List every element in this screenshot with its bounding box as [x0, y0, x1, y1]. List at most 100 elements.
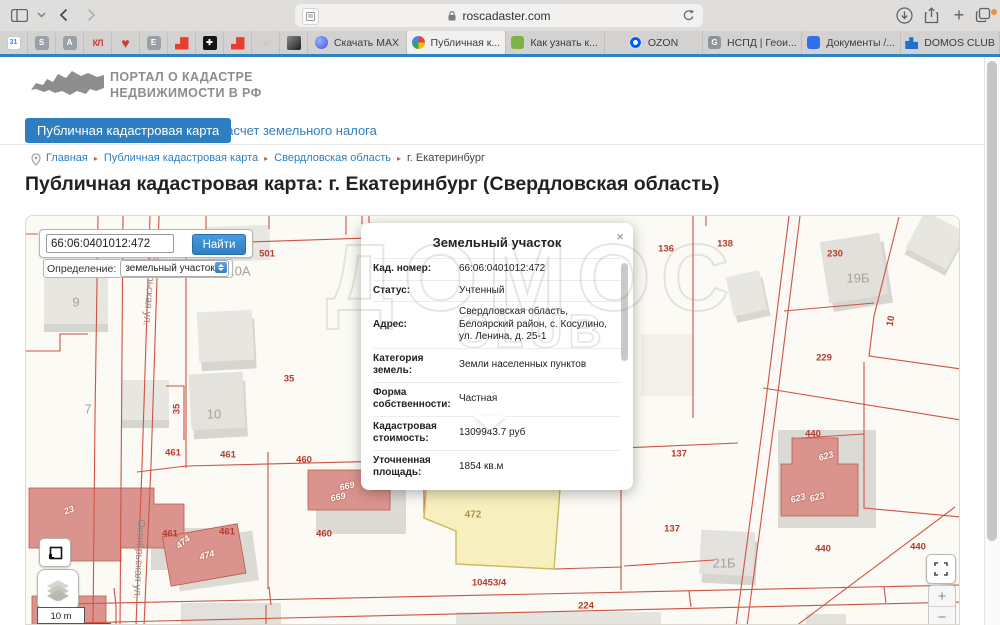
- site-logo-text-line1: ПОРТАЛ О КАДАСТРЕ: [110, 70, 253, 84]
- site-logo-russia-map: [28, 64, 104, 111]
- popup-row-value: Земли населенных пунктов: [455, 359, 621, 372]
- search-input[interactable]: [46, 234, 174, 253]
- popup-title: Земельный участок: [373, 231, 621, 258]
- tab-label: Публичная к...: [431, 37, 501, 49]
- filter-label: Определение:: [47, 263, 116, 275]
- popup-row: Категория земель:Земли населенных пункто…: [373, 348, 621, 382]
- ring-icon: [262, 39, 270, 47]
- tab-green[interactable]: Как узнать к...: [506, 31, 605, 54]
- tab-domos[interactable]: DOMOS CLUB: [901, 31, 1000, 54]
- map-label-137: 137: [664, 524, 680, 535]
- tab-docs[interactable]: Документы /...: [802, 31, 901, 54]
- tab-label: Документы /...: [826, 37, 895, 49]
- map-label-35: 35: [172, 404, 183, 415]
- breadcrumb-item[interactable]: г. Екатеринбург: [407, 152, 485, 164]
- map-label-137: 137: [671, 449, 687, 460]
- red-flag-2-icon: [231, 36, 245, 50]
- page-scrollbar-thumb[interactable]: [987, 61, 997, 541]
- zoom-out-button[interactable]: −: [929, 607, 955, 625]
- refresh-icon[interactable]: [682, 9, 695, 25]
- page-title: Публичная кадастровая карта: г. Екатерин…: [25, 173, 719, 196]
- zoom-in-button[interactable]: +: [929, 586, 955, 607]
- measure-button[interactable]: [39, 538, 71, 567]
- chevron-down-icon[interactable]: [30, 5, 52, 25]
- favicon-tab-letter-a[interactable]: A: [56, 31, 84, 54]
- popup-row: Форма собственности:Частная: [373, 382, 621, 416]
- address-bar[interactable]: roscadaster.com: [295, 4, 703, 27]
- select-stepper-icon: [215, 262, 227, 273]
- breadcrumb-item[interactable]: Публичная кадастровая карта: [104, 152, 258, 164]
- popup-scrollbar[interactable]: [621, 263, 628, 361]
- popup-row-label: Кадастровая стоимость:: [373, 421, 455, 446]
- favicon-tab-calendar[interactable]: 31: [0, 31, 28, 54]
- search-button[interactable]: Найти: [192, 234, 246, 255]
- tab-max[interactable]: Скачать MAX: [308, 31, 407, 54]
- close-icon[interactable]: ×: [616, 230, 624, 243]
- popup-row-value: Учтенный: [455, 285, 621, 298]
- nav-divider: [0, 144, 984, 145]
- favicon-tab-black-grid[interactable]: ✚: [196, 31, 224, 54]
- breadcrumb-item[interactable]: Свердловская область: [274, 152, 391, 164]
- filter-select[interactable]: земельный участок: [120, 260, 229, 277]
- site-logo-text-line2: НЕДВИЖИМОСТИ В РФ: [110, 86, 262, 100]
- favicon-tab-red-flag[interactable]: [168, 31, 196, 54]
- zoom-controls: + −: [928, 585, 956, 625]
- popup-row-label: Кад. номер:: [373, 263, 455, 276]
- fullscreen-button[interactable]: [926, 554, 956, 584]
- forward-icon[interactable]: [80, 5, 102, 25]
- layers-button[interactable]: [37, 569, 79, 611]
- cadastral-map[interactable]: 5013535461461461461460460136138230229101…: [25, 215, 960, 625]
- tab-nspd[interactable]: GНСПД | Геои...: [703, 31, 802, 54]
- popup-row: Кад. номер:66:06:0401012:472: [373, 258, 621, 280]
- map-label-460: 460: [296, 455, 312, 466]
- tab-label: Как узнать к...: [530, 37, 597, 49]
- letter-a-icon: A: [63, 36, 77, 50]
- breadcrumb: Главная ▸ Публичная кадастровая карта ▸ Свер…: [46, 152, 485, 164]
- map-label-9: 9: [72, 295, 79, 310]
- favicon-tab-photo[interactable]: [280, 31, 308, 54]
- favicon-tab-heart[interactable]: ♥: [112, 31, 140, 54]
- nav-tab-public-map[interactable]: Публичная кадастровая карта: [25, 118, 231, 143]
- map-label-460: 460: [316, 529, 332, 540]
- tabs-overview-icon[interactable]: [972, 5, 994, 25]
- favicon-tabs: 31SA КЛ ♥ E ✚: [0, 31, 308, 54]
- share-icon[interactable]: [920, 5, 942, 25]
- favicon-tab-kl[interactable]: КЛ: [84, 31, 112, 54]
- heart-icon: ♥: [119, 36, 133, 50]
- download-icon[interactable]: [893, 5, 915, 25]
- map-label-440: 440: [805, 429, 821, 440]
- filter-value: земельный участок: [125, 263, 214, 274]
- popup-row-label: Уточненная площадь:: [373, 455, 455, 480]
- tab-ozon[interactable]: OZON: [605, 31, 704, 54]
- red-flag-icon: [175, 36, 189, 50]
- popup-row-label: Адрес:: [373, 319, 455, 332]
- breadcrumb-item[interactable]: Главная: [46, 152, 88, 164]
- nav-link-land-tax[interactable]: Расчет земельного налога: [218, 123, 377, 138]
- favicon-tab-red-flag-2[interactable]: [224, 31, 252, 54]
- map-label-10453/4: 10453/4: [472, 578, 506, 589]
- favicon-tab-ring[interactable]: [252, 31, 280, 54]
- reader-icon[interactable]: [302, 8, 319, 25]
- new-tab-icon[interactable]: +: [948, 5, 970, 25]
- tab-label: Скачать MAX: [334, 37, 399, 49]
- map-search-panel: Найти: [39, 229, 253, 258]
- breadcrumb-separator: ▸: [264, 154, 268, 163]
- sidebar-toggle-icon[interactable]: [8, 5, 30, 25]
- breadcrumb-separator: ▸: [94, 154, 98, 163]
- breadcrumb-separator: ▸: [397, 154, 401, 163]
- tab-label: НСПД | Геои...: [727, 37, 797, 49]
- map-label-461: 461: [162, 529, 178, 540]
- screen: roscadaster.com + 31SA КЛ ♥ E ✚ Скачать MAX П…: [0, 0, 1000, 625]
- tab-label: DOMOS CLUB: [924, 37, 995, 49]
- layers-icon: [46, 579, 70, 601]
- favicon-tab-letter-e[interactable]: E: [140, 31, 168, 54]
- popup-pointer: [474, 416, 506, 430]
- back-icon[interactable]: [52, 5, 74, 25]
- page-top-accent: [0, 54, 1000, 57]
- letter-e-icon: E: [147, 36, 161, 50]
- tab-pkk[interactable]: Публичная к...: [407, 31, 506, 54]
- favicon-tab-letter-s[interactable]: S: [28, 31, 56, 54]
- domos-tab-icon: [905, 36, 918, 49]
- parcel-info-popup: × Земельный участок Кад. номер:66:06:040…: [361, 223, 633, 490]
- map-label-461: 461: [219, 527, 235, 538]
